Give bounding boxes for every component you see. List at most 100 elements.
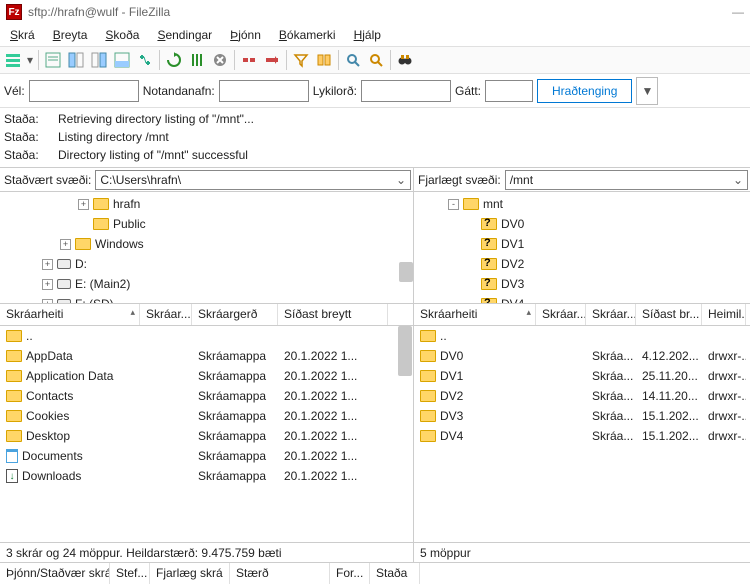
host-label: Vél:	[4, 84, 25, 98]
tree-node[interactable]: DV3	[434, 274, 750, 294]
toggle-remotetree-icon[interactable]	[88, 49, 110, 71]
column-header[interactable]: Skráarheiti	[414, 304, 536, 325]
list-item[interactable]: DownloadsSkráamappa20.1.2022 1...	[0, 466, 413, 486]
tree-node[interactable]: + Windows	[20, 234, 413, 254]
host-input[interactable]	[29, 80, 139, 102]
expand-icon[interactable]: +	[42, 259, 53, 270]
scrollbar-thumb[interactable]	[398, 326, 412, 376]
tree-node[interactable]: -mnt	[434, 194, 750, 214]
list-item[interactable]: AppDataSkráamappa20.1.2022 1...	[0, 346, 413, 366]
toggle-localtree-icon[interactable]	[65, 49, 87, 71]
column-header[interactable]: Skráargerð	[192, 304, 278, 325]
list-item[interactable]: DV2Skráa...14.11.20...drwxr-...	[414, 386, 750, 406]
tree-node[interactable]: DV0	[434, 214, 750, 234]
transfer-queue-header[interactable]: Þjónn/Staðvær skráStef...Fjarlæg skráStæ…	[0, 562, 750, 584]
queue-column[interactable]: For...	[330, 563, 370, 584]
filter-icon[interactable]	[290, 49, 312, 71]
local-file-list[interactable]: ..AppDataSkráamappa20.1.2022 1...Applica…	[0, 326, 413, 542]
list-item[interactable]: DV1Skráa...25.11.20...drwxr-...	[414, 366, 750, 386]
tree-node[interactable]: +E: (Main2)	[20, 274, 413, 294]
search-local-icon[interactable]	[342, 49, 364, 71]
toggle-queue-icon[interactable]	[111, 49, 133, 71]
remote-list-header[interactable]: SkráarheitiSkráar...Skráar...Síðast br..…	[414, 304, 750, 326]
tree-node[interactable]: +F: (SD)	[20, 294, 413, 304]
list-item[interactable]: DV4Skráa...15.1.202...drwxr-...	[414, 426, 750, 446]
list-item[interactable]: ..	[414, 326, 750, 346]
remote-site-label: Fjarlægt svæði:	[414, 173, 505, 187]
sync-browse-icon[interactable]	[134, 49, 156, 71]
folder-icon	[420, 370, 436, 382]
queue-column[interactable]: Stef...	[110, 563, 150, 584]
list-item[interactable]: ContactsSkráamappa20.1.2022 1...	[0, 386, 413, 406]
port-input[interactable]	[485, 80, 533, 102]
queue-column[interactable]: Þjónn/Staðvær skrá	[0, 563, 110, 584]
folder-icon	[420, 350, 436, 362]
list-item[interactable]: DesktopSkráamappa20.1.2022 1...	[0, 426, 413, 446]
column-header[interactable]: Skráar...	[140, 304, 192, 325]
file-name: DV2	[440, 389, 463, 403]
tree-node[interactable]: +D:	[20, 254, 413, 274]
column-header[interactable]: Skráarheiti	[0, 304, 140, 325]
folder-icon	[93, 218, 109, 230]
quickconnect-button[interactable]: Hraðtenging	[537, 79, 632, 103]
search-remote-icon[interactable]	[365, 49, 387, 71]
menu-skoða[interactable]: Skoða	[97, 26, 147, 44]
tree-node[interactable]: +hrafn	[20, 194, 413, 214]
expand-icon[interactable]: +	[42, 279, 53, 290]
menu-þjónn[interactable]: Þjónn	[222, 26, 269, 44]
queue-column[interactable]: Staða	[370, 563, 420, 584]
refresh-icon[interactable]	[163, 49, 185, 71]
expand-icon[interactable]: -	[448, 199, 459, 210]
menu-hjálp[interactable]: Hjálp	[346, 26, 389, 44]
folder-unknown-icon	[481, 278, 497, 290]
sitemanager-icon[interactable]	[2, 49, 24, 71]
chevron-down-icon: ⌄	[396, 173, 406, 187]
user-input[interactable]	[219, 80, 309, 102]
menu-breyta[interactable]: Breyta	[45, 26, 96, 44]
remote-path: /mnt	[510, 173, 533, 187]
disconnect-icon[interactable]	[238, 49, 260, 71]
expand-icon[interactable]: +	[78, 199, 89, 210]
scrollbar-thumb[interactable]	[399, 262, 413, 282]
remote-tree[interactable]: -mnt DV0 DV1DV2DV3DV4	[414, 192, 750, 304]
list-item[interactable]: DocumentsSkráamappa20.1.2022 1...	[0, 446, 413, 466]
list-item[interactable]: ..	[0, 326, 413, 346]
local-path-combo[interactable]: C:\Users\hrafn\ ⌄	[95, 170, 411, 190]
dropdown-icon[interactable]: ▾	[25, 49, 35, 71]
minimize-icon[interactable]: —	[732, 5, 744, 19]
menu-skrá[interactable]: Skrá	[2, 26, 43, 44]
tree-label: DV0	[501, 217, 524, 231]
list-item[interactable]: DV0Skráa...4.12.202...drwxr-...	[414, 346, 750, 366]
compare-icon[interactable]	[313, 49, 335, 71]
process-queue-icon[interactable]	[186, 49, 208, 71]
column-header[interactable]: Skráar...	[586, 304, 636, 325]
binoculars-icon[interactable]	[394, 49, 416, 71]
menu-sendingar[interactable]: Sendingar	[149, 26, 220, 44]
column-header[interactable]: Skráar...	[536, 304, 586, 325]
expand-icon[interactable]: +	[60, 239, 71, 250]
list-item[interactable]: CookiesSkráamappa20.1.2022 1...	[0, 406, 413, 426]
toggle-log-icon[interactable]	[42, 49, 64, 71]
local-tree[interactable]: +hrafnPublic + Windows +D:+E: (Main2)+F: (S…	[0, 192, 413, 304]
remote-path-combo[interactable]: /mnt ⌄	[505, 170, 748, 190]
remote-file-list[interactable]: ..DV0Skráa...4.12.202...drwxr-...DV1Skrá…	[414, 326, 750, 542]
reconnect-icon[interactable]	[261, 49, 283, 71]
tree-node[interactable]: Public	[20, 214, 413, 234]
local-pane: Staðvært svæði: C:\Users\hrafn\ ⌄ +hrafn…	[0, 168, 414, 562]
quickconnect-dropdown[interactable]: ▼	[636, 77, 658, 105]
tree-node[interactable]: DV2	[434, 254, 750, 274]
tree-node[interactable]: DV1	[434, 234, 750, 254]
column-header[interactable]: Heimil...	[702, 304, 746, 325]
menu-bókamerki[interactable]: Bókamerki	[271, 26, 344, 44]
column-header[interactable]: Síðast br...	[636, 304, 702, 325]
queue-column[interactable]: Stærð	[230, 563, 330, 584]
tree-node[interactable]: DV4	[434, 294, 750, 304]
queue-column[interactable]: Fjarlæg skrá	[150, 563, 230, 584]
local-list-header[interactable]: SkráarheitiSkráar...SkráargerðSíðast bre…	[0, 304, 413, 326]
pass-input[interactable]	[361, 80, 451, 102]
list-item[interactable]: Application DataSkráamappa20.1.2022 1...	[0, 366, 413, 386]
list-item[interactable]: DV3Skráa...15.1.202...drwxr-...	[414, 406, 750, 426]
cancel-icon[interactable]	[209, 49, 231, 71]
tree-label: Windows	[95, 237, 144, 251]
column-header[interactable]: Síðast breytt	[278, 304, 388, 325]
